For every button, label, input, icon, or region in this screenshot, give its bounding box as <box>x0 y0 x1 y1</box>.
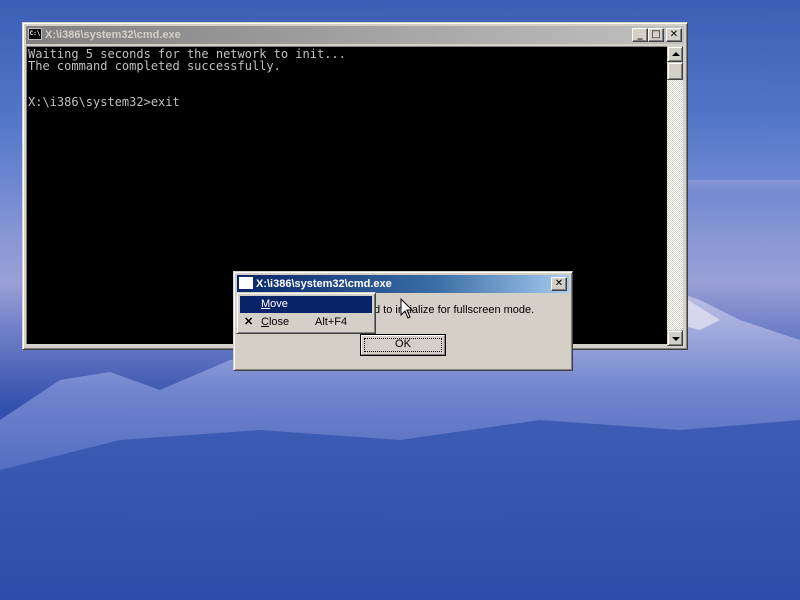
console-line: The command completed successfully. <box>28 59 281 73</box>
maximize-button[interactable]: □ <box>648 28 664 42</box>
cmd-icon: C:\ <box>28 28 42 40</box>
menu-item-label: Move <box>261 298 288 310</box>
scroll-thumb[interactable] <box>667 62 683 80</box>
console-titlebar[interactable]: C:\ X:\i386\system32\cmd.exe _ □ ✕ <box>26 26 684 44</box>
console-line: X:\i386\system32>exit <box>28 95 180 109</box>
ok-button[interactable]: OK <box>360 334 446 356</box>
foothills <box>0 420 800 600</box>
close-icon: ✕ <box>244 316 254 328</box>
dialog-message: d to initialize for fullscreen mode. <box>374 304 535 316</box>
mouse-pointer-icon <box>400 298 414 319</box>
menu-item-label: Close <box>261 316 290 328</box>
minimize-button[interactable]: _ <box>632 28 648 42</box>
vertical-scrollbar[interactable] <box>667 46 683 346</box>
dialog-titlebar[interactable]: X:\i386\system32\cmd.exe ✕ <box>237 275 569 293</box>
cloud-band <box>680 180 800 200</box>
system-menu[interactable]: Move ✕ Close Alt+F4 <box>236 292 376 334</box>
scroll-up-button[interactable] <box>667 46 683 62</box>
close-button[interactable]: ✕ <box>666 28 682 42</box>
arrow-down-icon <box>672 337 680 341</box>
dialog-title: X:\i386\system32\cmd.exe <box>256 278 392 290</box>
dialog-close-button[interactable]: ✕ <box>551 277 567 291</box>
arrow-up-icon <box>672 52 680 56</box>
menu-item-close[interactable]: ✕ Close Alt+F4 <box>240 314 372 331</box>
scroll-down-button[interactable] <box>667 330 683 346</box>
menu-item-move[interactable]: Move <box>240 296 372 313</box>
console-title: X:\i386\system32\cmd.exe <box>45 29 181 41</box>
window-icon <box>239 277 253 289</box>
ok-button-label: OK <box>395 338 411 350</box>
menu-shortcut: Alt+F4 <box>315 316 348 328</box>
